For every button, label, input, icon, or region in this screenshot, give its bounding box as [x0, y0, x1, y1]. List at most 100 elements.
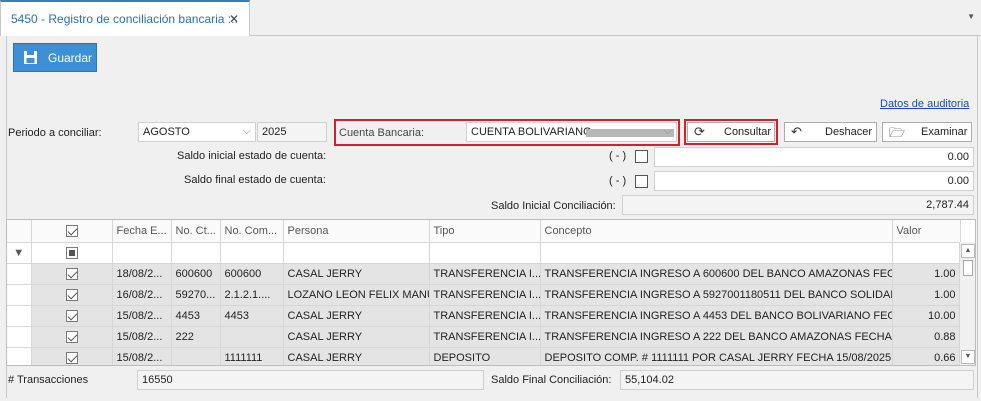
filter-cell[interactable] [429, 242, 541, 264]
column-header-no-comp[interactable]: No. Com... [220, 220, 284, 243]
row-checkbox[interactable] [65, 267, 78, 280]
row-select-cell[interactable] [31, 305, 113, 327]
row-checkbox[interactable] [65, 288, 78, 301]
row-indicator [7, 284, 32, 306]
folder-open-icon: 🗁 [889, 125, 906, 140]
consult-button-label: Consultar [724, 126, 772, 138]
cell-tipo: TRANSFERENCIA I... [429, 263, 541, 285]
account-select[interactable]: CUENTA BOLIVARIANO ⌵ [466, 122, 677, 142]
cell-fecha: 18/08/2... [112, 263, 172, 285]
tab-dropdown-icon[interactable]: ▼ [967, 12, 975, 21]
period-month-select[interactable]: AGOSTO ⌵ [138, 122, 256, 142]
cell-fecha: 15/08/2... [112, 347, 172, 365]
row-checkbox[interactable] [65, 309, 78, 322]
initial-conciliation-label: Saldo Inicial Conciliación: [491, 200, 616, 212]
cell-valor: 10.00 [892, 305, 961, 327]
undo-icon: ↶ [791, 124, 802, 139]
browse-button[interactable]: 🗁 Examinar [882, 122, 972, 142]
filter-cell[interactable] [540, 242, 893, 264]
final-balance-negative-checkbox[interactable] [635, 175, 648, 188]
final-balance-sign: ( - ) [609, 175, 627, 187]
cell-tipo: TRANSFERENCIA I... [429, 284, 541, 306]
row-select-cell[interactable] [31, 347, 113, 365]
column-header-persona[interactable]: Persona [283, 220, 430, 243]
transactions-table: Fecha E... No. Ct... No. Com... Persona … [7, 220, 961, 365]
initial-balance-label: Saldo inicial estado de cuenta: [177, 150, 327, 162]
row-indicator [7, 305, 32, 327]
filter-checkbox[interactable] [65, 246, 78, 259]
cell-persona: CASAL JERRY [283, 347, 430, 365]
account-value: CUENTA BOLIVARIANO [471, 126, 592, 138]
cell-persona: CASAL JERRY [283, 326, 430, 348]
cell-persona: CASAL JERRY [283, 305, 430, 327]
final-conciliation-label: Saldo Final Conciliación: [491, 374, 612, 386]
column-header-concepto[interactable]: Concepto [540, 220, 893, 243]
cell-fecha: 16/08/2... [112, 284, 172, 306]
redacted-account-number [586, 129, 674, 137]
account-label: Cuenta Bancaria: [339, 127, 424, 139]
final-balance-value: 0.00 [947, 175, 969, 187]
cell-concepto: TRANSFERENCIA INGRESO A 222 DEL BANCO AM… [540, 326, 893, 348]
table-row[interactable]: 18/08/2... 600600 600600 CASAL JERRY TRA… [7, 263, 961, 285]
row-select-cell[interactable] [31, 263, 113, 285]
scroll-up-icon[interactable]: ▲ [961, 244, 975, 258]
transactions-count-field: 16550 [137, 370, 484, 390]
grid-vertical-scrollbar[interactable]: ▲ ▼ [959, 242, 975, 365]
filter-cell[interactable] [171, 242, 221, 264]
transactions-grid: Fecha E... No. Ct... No. Com... Persona … [6, 219, 976, 366]
select-all-checkbox[interactable] [65, 224, 78, 237]
cell-concepto: TRANSFERENCIA INGRESO A 4453 DEL BANCO B… [540, 305, 893, 327]
filter-checkbox-cell[interactable] [31, 242, 113, 264]
filter-cell[interactable] [283, 242, 430, 264]
cell-no-cta: 4453 [171, 305, 221, 327]
initial-conciliation-field: 2,787.44 [622, 195, 974, 215]
row-select-cell[interactable] [31, 326, 113, 348]
initial-balance-value: 0.00 [947, 151, 969, 163]
scroll-down-icon[interactable]: ▼ [961, 350, 975, 364]
save-button[interactable]: Guardar [13, 43, 97, 72]
final-balance-field[interactable]: 0.00 [654, 171, 974, 191]
initial-balance-sign: ( - ) [609, 150, 627, 162]
column-header-tipo[interactable]: Tipo [429, 220, 541, 243]
table-row[interactable]: 15/08/2... 4453 4453 CASAL JERRY TRANSFE… [7, 305, 961, 327]
initial-balance-field[interactable]: 0.00 [654, 147, 974, 167]
cell-valor: 1.00 [892, 263, 961, 285]
undo-button[interactable]: ↶ Deshacer [784, 122, 877, 142]
row-checkbox[interactable] [65, 351, 78, 364]
row-indicator [7, 347, 32, 365]
initial-conciliation-value: 2,787.44 [926, 199, 969, 211]
consult-button[interactable]: ⟳ Consultar [687, 122, 775, 142]
grid-header-row: Fecha E... No. Ct... No. Com... Persona … [7, 220, 961, 243]
floppy-disk-icon [24, 51, 37, 64]
row-select-cell[interactable] [31, 284, 113, 306]
grid-filter-row: ▼ [7, 242, 961, 264]
column-header-no-cta[interactable]: No. Ct... [171, 220, 221, 243]
table-row[interactable]: 15/08/2... 1111111 CASAL JERRY DEPOSITO … [7, 347, 961, 365]
initial-balance-negative-checkbox[interactable] [635, 150, 648, 163]
cell-valor: 0.66 [892, 347, 961, 365]
table-row[interactable]: 15/08/2... 222 CASAL JERRY TRANSFERENCIA… [7, 326, 961, 348]
row-checkbox[interactable] [65, 330, 78, 343]
row-indicator [7, 263, 32, 285]
cell-no-comp: 600600 [220, 263, 284, 285]
filter-cell[interactable] [112, 242, 172, 264]
final-balance-label: Saldo final estado de cuenta: [184, 174, 326, 186]
cell-no-comp [220, 326, 284, 348]
save-button-label: Guardar [48, 51, 93, 65]
tab-conciliacion[interactable]: 5450 - Registro de conciliación bancaria… [0, 0, 250, 36]
table-row[interactable]: 16/08/2... 59270... 2.1.2.1.... LOZANO L… [7, 284, 961, 306]
filter-cell[interactable] [892, 242, 961, 264]
column-header-fecha[interactable]: Fecha E... [112, 220, 172, 243]
period-year-field[interactable]: 2025 [257, 122, 327, 142]
cell-tipo: TRANSFERENCIA I... [429, 305, 541, 327]
close-icon[interactable]: ✕ [229, 12, 239, 26]
select-all-header[interactable] [31, 220, 113, 243]
cell-no-cta [171, 347, 221, 365]
scroll-thumb[interactable] [963, 260, 973, 276]
row-indicator-header [7, 220, 32, 243]
cell-no-comp: 1111111 [220, 347, 284, 365]
column-header-valor[interactable]: Valor [892, 220, 961, 243]
audit-data-link[interactable]: Datos de auditoria [880, 98, 969, 110]
transactions-count-label: # Transacciones [8, 374, 89, 386]
filter-cell[interactable] [220, 242, 284, 264]
